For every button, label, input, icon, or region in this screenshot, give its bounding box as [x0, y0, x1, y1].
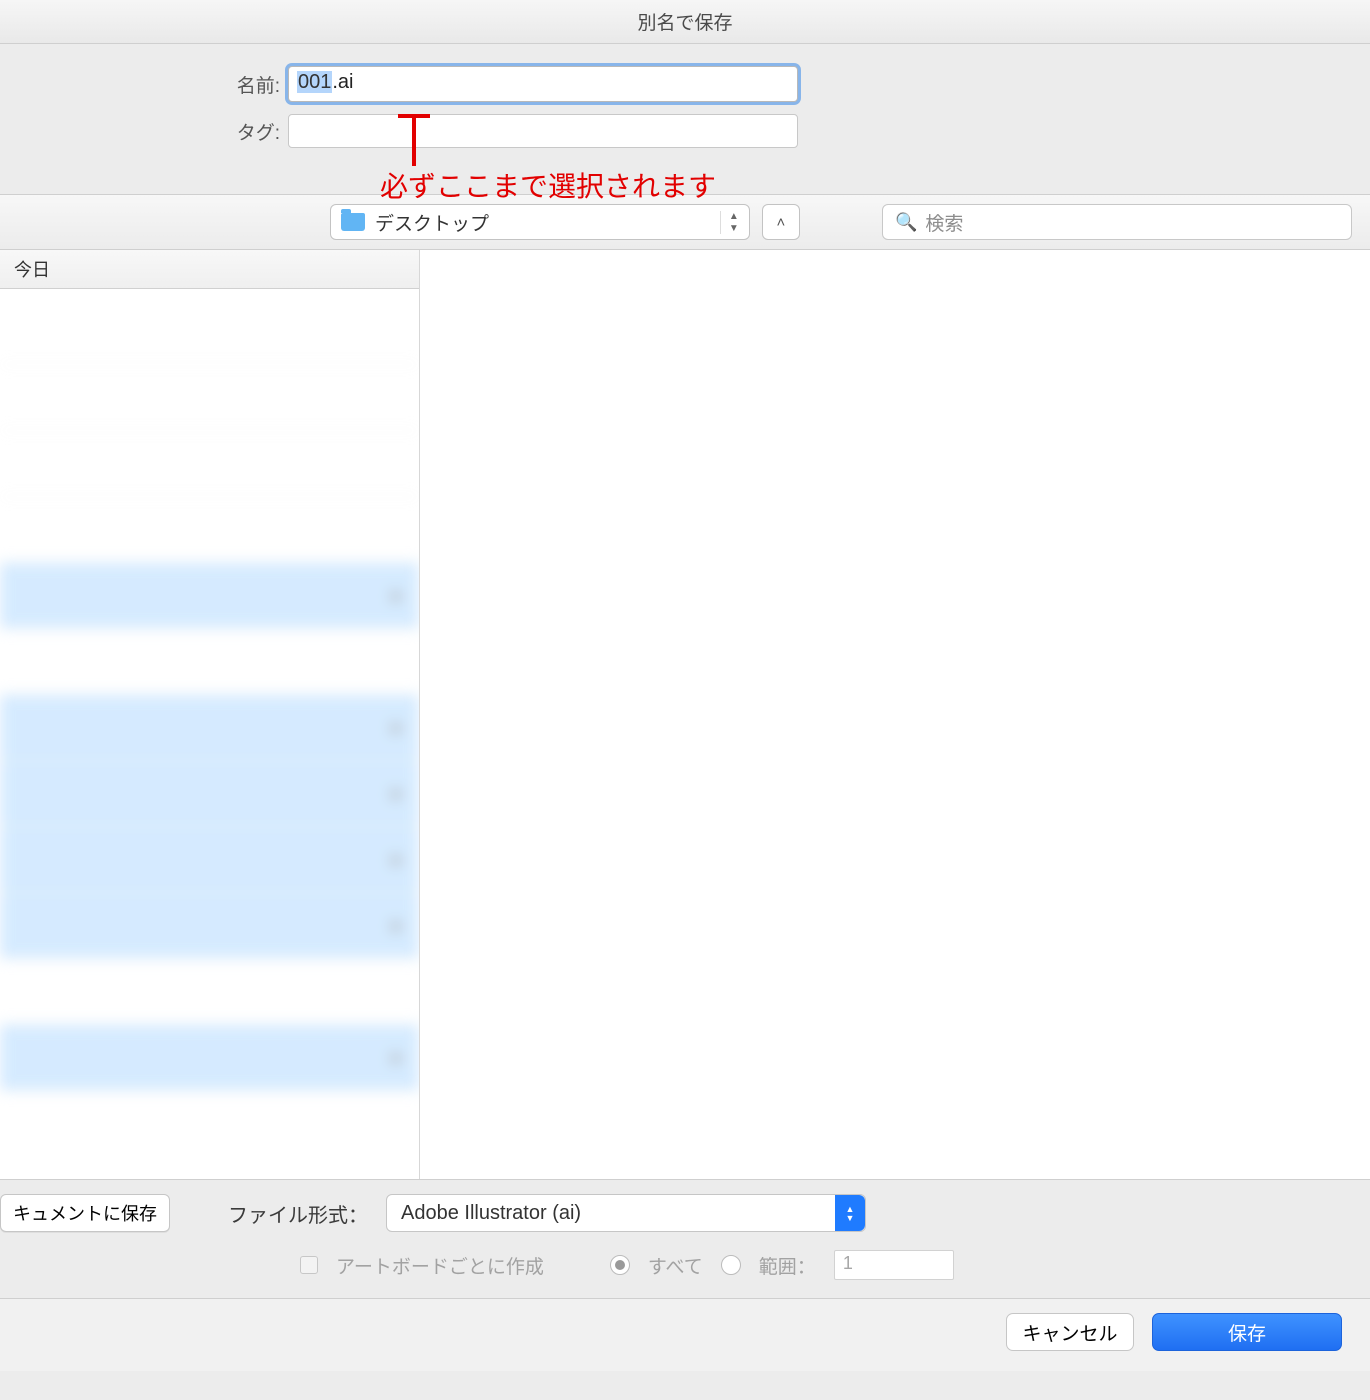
- sidebar-section-header: 今日: [0, 250, 419, 289]
- folder-stepper-icon: ▲▼: [720, 211, 739, 234]
- range-input[interactable]: 1: [834, 1250, 954, 1280]
- file-format-label: ファイル形式：: [228, 1199, 368, 1228]
- folder-label: デスクトップ: [375, 209, 720, 236]
- list-item[interactable]: [0, 959, 419, 1025]
- location-toolbar: デスクトップ ▲▼ ˄ 🔍 検索: [0, 194, 1370, 250]
- list-item[interactable]: [0, 497, 419, 563]
- list-item[interactable]: [0, 431, 419, 497]
- artboard-label: アートボードごとに作成: [336, 1252, 544, 1279]
- search-input[interactable]: 🔍 検索: [882, 204, 1352, 240]
- preview-pane: [420, 250, 1370, 1179]
- file-list[interactable]: ▶ ▶ ▶ ▶ ▶ ▶: [0, 289, 419, 1101]
- range-label: 範囲：: [759, 1252, 816, 1279]
- filename-input[interactable]: 001.ai: [288, 66, 798, 102]
- chevron-right-icon: ▶: [392, 587, 403, 604]
- all-label: すべて: [648, 1252, 703, 1279]
- search-placeholder: 検索: [925, 209, 963, 236]
- artboard-checkbox[interactable]: [300, 1256, 318, 1274]
- list-item[interactable]: ▶: [0, 1025, 419, 1091]
- file-format-value: Adobe Illustrator (ai): [401, 1202, 581, 1225]
- chevron-up-icon: ˄: [777, 214, 786, 231]
- list-item[interactable]: [0, 299, 419, 365]
- chevron-right-icon: ▶: [392, 785, 403, 802]
- list-item[interactable]: ▶: [0, 761, 419, 827]
- window-titlebar: 別名で保存: [0, 0, 1370, 44]
- list-item[interactable]: ▶: [0, 563, 419, 629]
- save-button[interactable]: 保存: [1152, 1313, 1342, 1351]
- chevron-right-icon: ▶: [392, 851, 403, 868]
- tag-label: タグ:: [200, 118, 280, 145]
- chevron-right-icon: ▶: [392, 917, 403, 934]
- cancel-button[interactable]: キャンセル: [1006, 1313, 1134, 1351]
- tag-input[interactable]: [288, 114, 798, 148]
- name-label: 名前:: [200, 71, 280, 98]
- filename-extension: .ai: [332, 71, 353, 93]
- list-item[interactable]: ▶: [0, 827, 419, 893]
- search-icon: 🔍: [895, 212, 917, 233]
- filename-selected-text: 001: [297, 71, 332, 93]
- window-title: 別名で保存: [637, 8, 732, 35]
- document-save-button[interactable]: キュメントに保存: [0, 1194, 170, 1232]
- collapse-button[interactable]: ˄: [762, 204, 800, 240]
- chevron-right-icon: ▶: [392, 719, 403, 736]
- folder-select[interactable]: デスクトップ ▲▼: [330, 204, 750, 240]
- list-item[interactable]: [0, 629, 419, 695]
- folder-icon: [341, 213, 365, 231]
- file-format-select[interactable]: Adobe Illustrator (ai) ▲▼: [386, 1194, 866, 1232]
- list-item[interactable]: ▶: [0, 893, 419, 959]
- range-radio[interactable]: [721, 1255, 741, 1275]
- chevron-right-icon: ▶: [392, 1049, 403, 1066]
- list-item[interactable]: ▶: [0, 695, 419, 761]
- sidebar: 今日 ▶ ▶ ▶ ▶ ▶ ▶: [0, 250, 420, 1179]
- all-radio[interactable]: [610, 1255, 630, 1275]
- list-item[interactable]: [0, 365, 419, 431]
- select-caret-icon: ▲▼: [835, 1195, 865, 1231]
